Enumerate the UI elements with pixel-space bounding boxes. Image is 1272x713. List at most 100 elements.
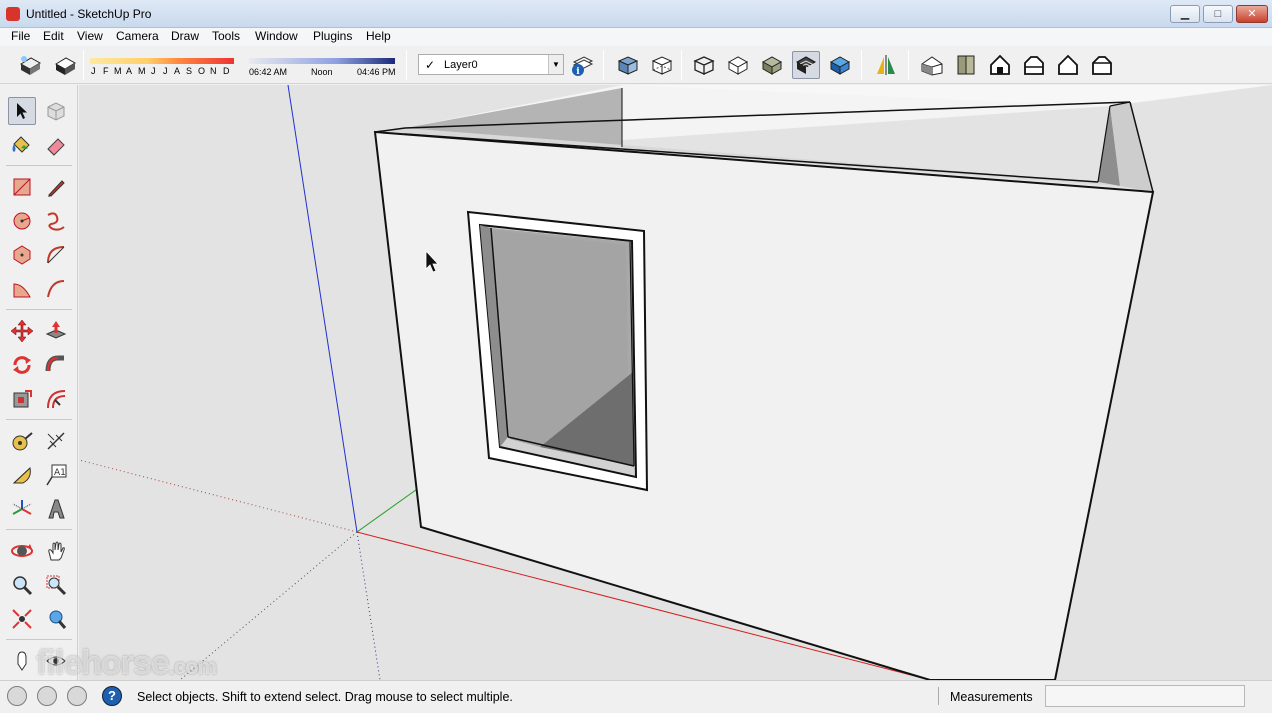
month-label: M: [138, 66, 146, 76]
top-view-icon[interactable]: [952, 51, 980, 79]
measurements-label: Measurements: [950, 690, 1033, 704]
pan-tool-icon[interactable]: [42, 537, 70, 565]
month-label: N: [210, 66, 217, 76]
menu-draw[interactable]: Draw: [171, 29, 199, 43]
iso-view-icon[interactable]: [918, 51, 946, 79]
freehand-tool-icon[interactable]: [42, 207, 70, 235]
menu-view[interactable]: View: [77, 29, 103, 43]
menu-window[interactable]: Window: [255, 29, 298, 43]
month-label: F: [103, 66, 109, 76]
wireframe-icon[interactable]: [690, 51, 718, 79]
menu-bar: File Edit View Camera Draw Tools Window …: [0, 28, 1272, 46]
scale-tool-icon[interactable]: [8, 385, 36, 413]
menu-help[interactable]: Help: [366, 29, 391, 43]
previous-view-icon[interactable]: [42, 605, 70, 633]
blue-axis-negative: [356, 531, 381, 680]
blue-axis: [287, 85, 358, 533]
rectangle-tool-icon[interactable]: [8, 173, 36, 201]
user-account-icon[interactable]: [67, 686, 87, 706]
measurements-input[interactable]: [1045, 685, 1245, 707]
svg-text:i: i: [576, 67, 580, 77]
time-start-label: 06:42 AM: [249, 67, 288, 77]
two-point-arc-icon[interactable]: [42, 275, 70, 303]
xray-style-icon[interactable]: [614, 51, 642, 79]
section-plane-icon[interactable]: [872, 51, 900, 79]
polygon-tool-icon[interactable]: [8, 241, 36, 269]
zoom-window-icon[interactable]: [42, 571, 70, 599]
shaded-icon[interactable]: [758, 51, 786, 79]
month-label: J: [91, 66, 96, 76]
minimize-button[interactable]: ▁: [1170, 5, 1200, 23]
top-toolbar: J F M A M J J A S O N D 06:42 AM Noon 04…: [0, 46, 1272, 84]
pie-tool-icon[interactable]: [8, 275, 36, 303]
arc-tool-icon[interactable]: [42, 241, 70, 269]
make-component-icon[interactable]: [42, 97, 70, 125]
text-tool-icon[interactable]: A1: [42, 461, 70, 489]
credits-icon[interactable]: [37, 686, 57, 706]
protractor-icon[interactable]: [8, 461, 36, 489]
shaded-with-textures-icon[interactable]: [792, 51, 820, 79]
hidden-line-icon[interactable]: [724, 51, 752, 79]
layer-manager-icon[interactable]: i: [567, 51, 595, 79]
filehorse-watermark: filehorse.com: [36, 644, 217, 683]
tape-measure-icon[interactable]: [8, 427, 36, 455]
shadow-month-slider[interactable]: J F M A M J J A S O N D: [90, 58, 234, 78]
status-message: Select objects. Shift to extend select. …: [137, 690, 513, 704]
month-label: S: [186, 66, 193, 76]
line-tool-icon[interactable]: [42, 173, 70, 201]
maximize-button[interactable]: □: [1203, 5, 1233, 23]
zoom-extents-icon[interactable]: [8, 605, 36, 633]
month-label: M: [114, 66, 122, 76]
offset-tool-icon[interactable]: [42, 385, 70, 413]
menu-tools[interactable]: Tools: [212, 29, 240, 43]
month-label: J: [163, 66, 168, 76]
left-view-icon[interactable]: [1088, 51, 1116, 79]
front-view-icon[interactable]: [986, 51, 1014, 79]
shadow-time-slider[interactable]: [249, 58, 395, 64]
menu-edit[interactable]: Edit: [43, 29, 64, 43]
layer-dropdown[interactable]: ✓ Layer0 ▼: [418, 54, 564, 75]
menu-file[interactable]: File: [11, 29, 30, 43]
zoom-tool-icon[interactable]: [8, 571, 36, 599]
circle-tool-icon[interactable]: [8, 207, 36, 235]
time-end-label: 04:46 PM: [357, 67, 396, 77]
title-bar: Untitled - SketchUp Pro ▁ □ ✕: [0, 0, 1272, 28]
status-bar: ? Select objects. Shift to extend select…: [0, 680, 1272, 713]
move-tool-icon[interactable]: [8, 317, 36, 345]
watermark-text: filehorse: [36, 644, 170, 682]
3d-text-icon[interactable]: [42, 495, 70, 523]
shadow-settings-icon[interactable]: [16, 51, 44, 79]
close-button[interactable]: ✕: [1236, 5, 1268, 23]
eraser-icon[interactable]: [42, 131, 70, 159]
monochrome-icon[interactable]: [826, 51, 854, 79]
back-edges-icon[interactable]: [648, 51, 676, 79]
svg-text:A1: A1: [54, 468, 66, 478]
rotate-tool-icon[interactable]: [8, 351, 36, 379]
help-icon[interactable]: ?: [102, 686, 122, 706]
layer-name: Layer0: [444, 59, 478, 71]
month-label: D: [223, 66, 230, 76]
back-view-icon[interactable]: [1054, 51, 1082, 79]
menu-camera[interactable]: Camera: [116, 29, 159, 43]
left-toolbar: A1: [0, 85, 78, 680]
watermark-suffix: .com: [168, 654, 217, 679]
position-camera-icon[interactable]: [8, 647, 36, 675]
select-tool-icon[interactable]: [8, 97, 36, 125]
month-label: A: [174, 66, 181, 76]
menu-plugins[interactable]: Plugins: [313, 29, 352, 43]
model-viewport[interactable]: [79, 85, 1272, 680]
window-title: Untitled - SketchUp Pro: [26, 7, 152, 21]
geolocation-icon[interactable]: [7, 686, 27, 706]
display-shadows-icon[interactable]: [51, 51, 79, 79]
dropdown-arrow-icon[interactable]: ▼: [548, 55, 563, 74]
orbit-tool-icon[interactable]: [8, 537, 36, 565]
right-view-icon[interactable]: [1020, 51, 1048, 79]
push-pull-icon[interactable]: [42, 317, 70, 345]
sketchup-app-icon: [6, 7, 20, 21]
red-axis-negative: [79, 459, 358, 533]
layer-visible-check-icon: ✓: [425, 58, 436, 72]
axes-tool-icon[interactable]: [8, 495, 36, 523]
paint-bucket-icon[interactable]: [8, 131, 36, 159]
follow-me-icon[interactable]: [42, 351, 70, 379]
dimension-tool-icon[interactable]: [42, 427, 70, 455]
